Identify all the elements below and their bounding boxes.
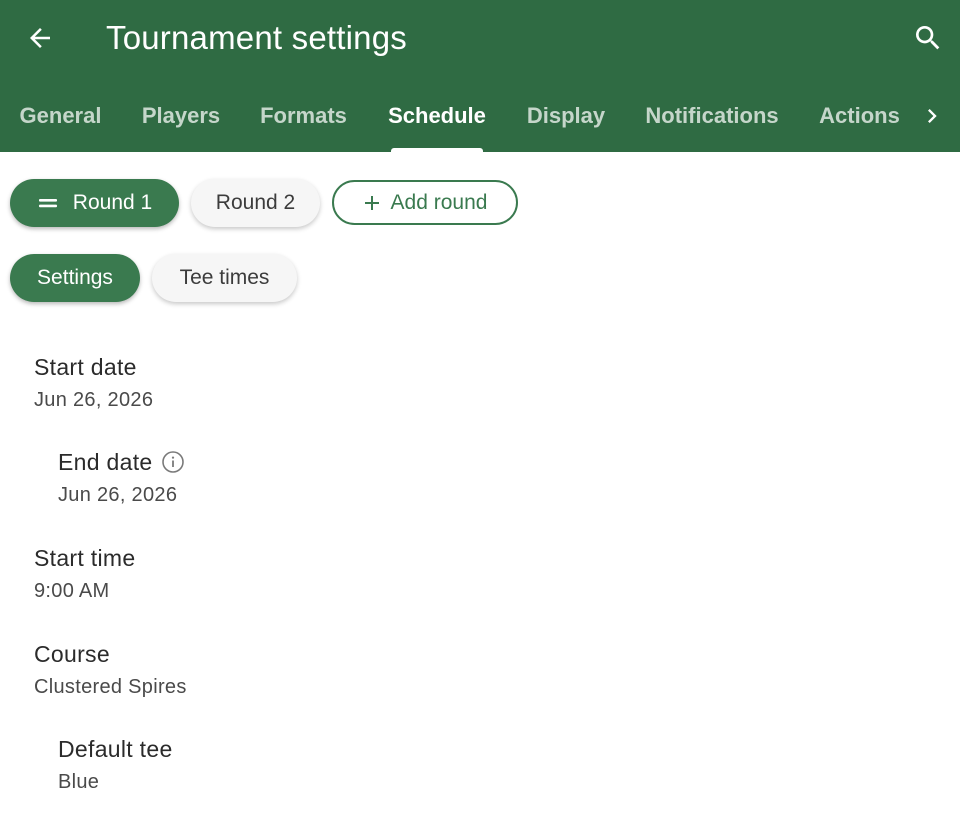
- tab-display[interactable]: Display: [527, 80, 605, 152]
- start-date-field[interactable]: Start date Jun 26, 2026: [34, 353, 153, 413]
- tab-general[interactable]: General: [20, 80, 102, 152]
- default-tee-field[interactable]: Default tee Blue: [58, 735, 173, 795]
- tee-times-chip[interactable]: Tee times: [152, 254, 297, 302]
- round-1-chip[interactable]: Round 1: [10, 179, 179, 227]
- start-date-value: Jun 26, 2026: [34, 389, 154, 411]
- course-field[interactable]: Course Clustered Spires: [34, 640, 187, 700]
- back-button[interactable]: [18, 16, 62, 60]
- plus-icon: [363, 194, 381, 212]
- end-date-label: End date: [58, 449, 153, 475]
- default-tee-value: Blue: [58, 771, 100, 793]
- app-bar: Tournament settings General Players Form…: [0, 0, 960, 152]
- tab-formats[interactable]: Formats: [260, 80, 347, 152]
- start-time-label: Start time: [34, 545, 136, 571]
- chevron-right-icon: [928, 109, 937, 123]
- round-2-label: Round 2: [215, 191, 296, 214]
- course-label: Course: [34, 641, 110, 667]
- round-1-label: Round 1: [72, 191, 153, 214]
- info-icon[interactable]: [161, 450, 185, 474]
- end-date-value: Jun 26, 2026: [58, 484, 178, 506]
- tab-players[interactable]: Players: [142, 80, 220, 152]
- tabs-scroll-right-button[interactable]: [910, 94, 954, 138]
- page-title: Tournament settings: [106, 19, 407, 56]
- search-button[interactable]: [906, 16, 950, 60]
- search-icon: [916, 26, 940, 50]
- add-round-button[interactable]: Add round: [332, 180, 518, 225]
- add-round-label: Add round: [390, 190, 488, 214]
- arrow-left-icon: [30, 28, 50, 48]
- tab-bar: General Players Formats Schedule Display…: [0, 80, 960, 152]
- tab-schedule[interactable]: Schedule: [388, 80, 486, 152]
- settings-chip[interactable]: Settings: [10, 254, 140, 302]
- round-2-chip[interactable]: Round 2: [191, 179, 320, 227]
- start-time-value: 9:00 AM: [34, 580, 110, 602]
- start-date-label: Start date: [34, 354, 137, 380]
- tab-actions[interactable]: Actions: [819, 80, 900, 152]
- tee-times-chip-label: Tee times: [179, 266, 270, 289]
- drag-handle-icon: [37, 196, 59, 210]
- default-tee-label: Default tee: [58, 736, 173, 762]
- settings-chip-label: Settings: [37, 266, 113, 289]
- tab-notifications[interactable]: Notifications: [645, 80, 778, 152]
- course-value: Clustered Spires: [34, 676, 187, 698]
- end-date-field[interactable]: End date Jun 26, 2026: [58, 448, 185, 508]
- start-time-field[interactable]: Start time 9:00 AM: [34, 544, 135, 604]
